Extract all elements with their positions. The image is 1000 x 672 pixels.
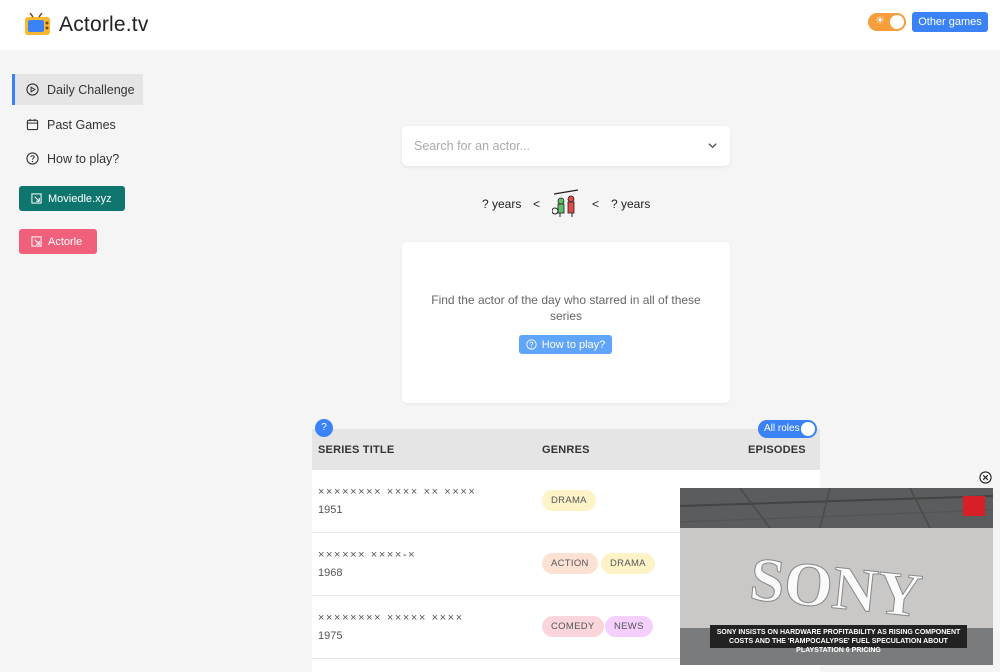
external-link-icon xyxy=(31,193,42,204)
site-title[interactable]: Actorle.tv xyxy=(59,13,149,37)
people-icon xyxy=(552,189,579,217)
sidebar-item-daily-challenge[interactable]: Daily Challenge xyxy=(12,74,143,105)
tv-logo-icon xyxy=(25,13,50,35)
toggle-knob xyxy=(890,15,904,29)
calendar-icon xyxy=(26,118,39,131)
genre-badge: ACTION xyxy=(542,553,598,574)
video-player[interactable]: SONY SONY INSISTS ON HARDWARE PROFITABIL… xyxy=(680,488,993,665)
close-icon[interactable] xyxy=(979,471,992,484)
external-link-icon xyxy=(31,236,42,247)
less-than-sign: < xyxy=(533,197,541,211)
channel-logo-icon xyxy=(963,496,985,516)
min-age-label: ? years xyxy=(482,197,522,211)
column-header-series-title: SERIES TITLE xyxy=(318,444,395,456)
genre-badge: DRAMA xyxy=(601,553,655,574)
help-circle-icon xyxy=(526,339,537,350)
chevron-down-icon[interactable] xyxy=(707,140,718,151)
column-header-episodes: EPISODES xyxy=(748,444,806,456)
actor-search-input[interactable] xyxy=(402,126,692,166)
intro-description: Find the actor of the day who starred in… xyxy=(431,293,701,323)
sun-icon: ☀ xyxy=(875,15,885,27)
sidebar-item-past-games[interactable]: Past Games xyxy=(12,109,143,140)
genre-badge: DRAMA xyxy=(542,490,596,511)
actorle-link-button[interactable]: Actorle xyxy=(19,229,97,254)
age-hint-row: ? years < < ? years xyxy=(402,186,730,222)
sidebar-item-label: Past Games xyxy=(47,117,116,132)
all-roles-toggle[interactable]: All roles xyxy=(758,420,817,438)
top-header: Actorle.tv ☀ Other games xyxy=(0,0,1000,50)
theme-toggle[interactable]: ☀ xyxy=(868,13,906,31)
less-than-sign: < xyxy=(592,197,600,211)
genre-badge: NEWS xyxy=(605,616,653,637)
sidebar-item-label: Daily Challenge xyxy=(47,82,135,97)
table-header: SERIES TITLE GENRES EPISODES xyxy=(312,429,820,470)
series-year: 1968 xyxy=(318,567,343,579)
column-header-genres: GENRES xyxy=(542,444,590,456)
max-age-label: ? years xyxy=(611,197,651,211)
toggle-knob xyxy=(801,422,815,436)
help-circle-icon xyxy=(26,152,39,165)
series-title: ×××××××× ×××× ×× ×××× xyxy=(318,486,477,498)
series-year: 1951 xyxy=(318,504,343,516)
moviedle-link-button[interactable]: Moviedle.xyz xyxy=(19,186,125,211)
sidebar-item-how-to-play[interactable]: How to play? xyxy=(12,143,143,174)
table-help-badge[interactable]: ? xyxy=(315,419,333,437)
series-title: ×××××× ××××-× xyxy=(318,549,417,561)
actor-search-box[interactable] xyxy=(402,126,730,166)
play-circle-icon xyxy=(26,83,39,96)
other-games-button[interactable]: Other games xyxy=(912,12,988,32)
series-title: ×××××××× ××××× ×××× xyxy=(318,612,464,624)
sidebar-item-label: How to play? xyxy=(47,151,120,166)
series-year: 1975 xyxy=(318,630,343,642)
video-caption: SONY INSISTS ON HARDWARE PROFITABILITY A… xyxy=(710,625,967,654)
genre-badge: COMEDY xyxy=(542,616,604,637)
intro-card: Find the actor of the day who starred in… xyxy=(402,242,730,403)
how-to-play-button[interactable]: How to play? xyxy=(519,335,612,354)
